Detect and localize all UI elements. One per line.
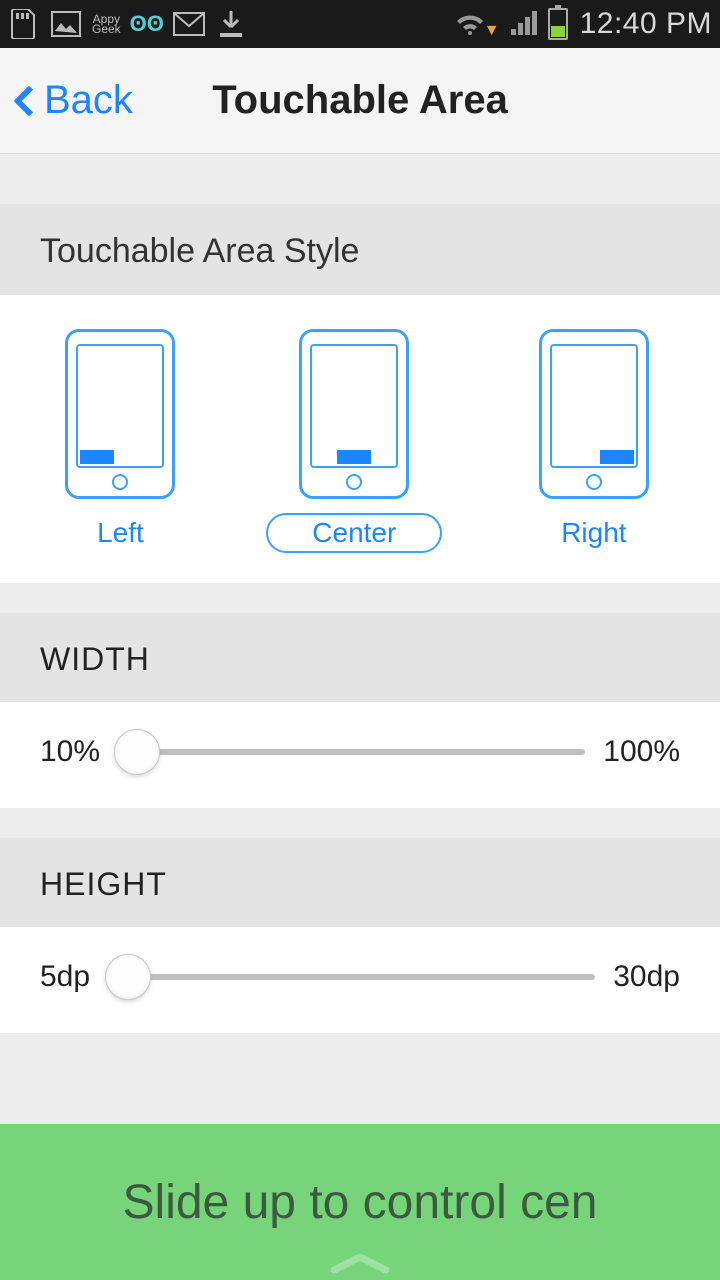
- style-label-right: Right: [533, 513, 654, 553]
- style-label-center: Center: [266, 513, 442, 553]
- gallery-icon: [50, 8, 82, 40]
- height-slider[interactable]: [108, 957, 595, 997]
- back-label: Back: [44, 78, 133, 123]
- phone-icon-left: [65, 329, 175, 499]
- wifi-icon: [454, 8, 486, 40]
- height-min-label: 5dp: [40, 960, 90, 994]
- width-slider-row: 10% 100%: [0, 702, 720, 808]
- spacer: [0, 808, 720, 838]
- app-header: Back Touchable Area: [0, 48, 720, 154]
- android-status-bar: Appy Geek ʘʘ ▼ 12:40 PM: [0, 0, 720, 48]
- section-header-width: WIDTH: [0, 613, 720, 702]
- spacer: [0, 154, 720, 204]
- style-option-right[interactable]: Right: [533, 329, 654, 553]
- data-arrow-icon: ▼: [484, 22, 500, 40]
- status-left: Appy Geek ʘʘ: [8, 8, 454, 40]
- download-icon: [215, 8, 247, 40]
- control-center-banner[interactable]: Slide up to control cen: [0, 1124, 720, 1280]
- sd-card-icon: [8, 8, 40, 40]
- style-option-center[interactable]: Center: [266, 329, 442, 553]
- battery-icon: [548, 8, 568, 40]
- width-min-label: 10%: [40, 735, 100, 769]
- banner-text: Slide up to control cen: [123, 1175, 598, 1230]
- chevron-up-icon: [330, 1254, 390, 1274]
- phone-icon-right: [539, 329, 649, 499]
- mail-icon: [173, 8, 205, 40]
- height-max-label: 30dp: [613, 960, 680, 994]
- width-slider[interactable]: [118, 732, 585, 772]
- status-right: ▼ 12:40 PM: [454, 7, 712, 41]
- spacer: [0, 583, 720, 613]
- status-clock: 12:40 PM: [580, 7, 712, 41]
- width-max-label: 100%: [603, 735, 680, 769]
- style-label-left: Left: [69, 513, 172, 553]
- signal-icon: [508, 8, 540, 40]
- section-header-style: Touchable Area Style: [0, 204, 720, 295]
- height-slider-row: 5dp 30dp: [0, 927, 720, 1033]
- appy-geek-icon: Appy Geek: [92, 14, 121, 34]
- goggles-icon: ʘʘ: [131, 8, 163, 40]
- section-header-height: HEIGHT: [0, 838, 720, 927]
- style-picker: Left Center Right: [0, 295, 720, 583]
- back-button[interactable]: Back: [0, 48, 133, 153]
- phone-icon-center: [299, 329, 409, 499]
- style-option-left[interactable]: Left: [65, 329, 175, 553]
- chevron-left-icon: [13, 85, 44, 116]
